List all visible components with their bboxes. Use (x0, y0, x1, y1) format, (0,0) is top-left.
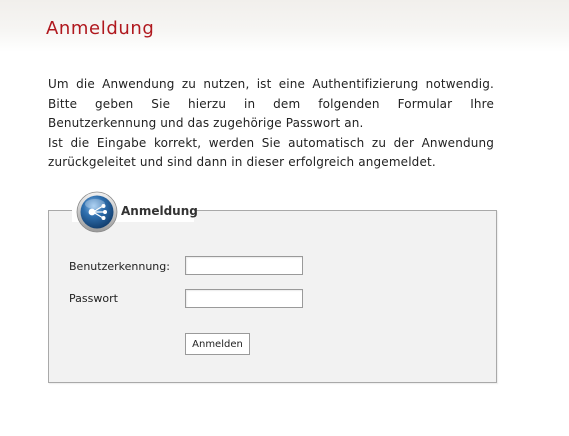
intro-paragraph-1: Um die Anwendung zu nutzen, ist eine Aut… (48, 77, 494, 130)
login-button[interactable]: Anmelden (185, 333, 250, 355)
login-legend: Anmeldung (121, 204, 198, 218)
intro-text: Um die Anwendung zu nutzen, ist eine Aut… (48, 75, 494, 173)
page-title: Anmeldung (46, 18, 155, 39)
password-input[interactable] (185, 289, 303, 308)
username-input[interactable] (185, 256, 303, 275)
login-network-icon (76, 191, 118, 233)
username-label: Benutzerkennung: (69, 260, 170, 273)
intro-paragraph-2: Ist die Eingabe korrekt, werden Sie auto… (48, 135, 494, 170)
password-label: Passwort (69, 292, 118, 305)
